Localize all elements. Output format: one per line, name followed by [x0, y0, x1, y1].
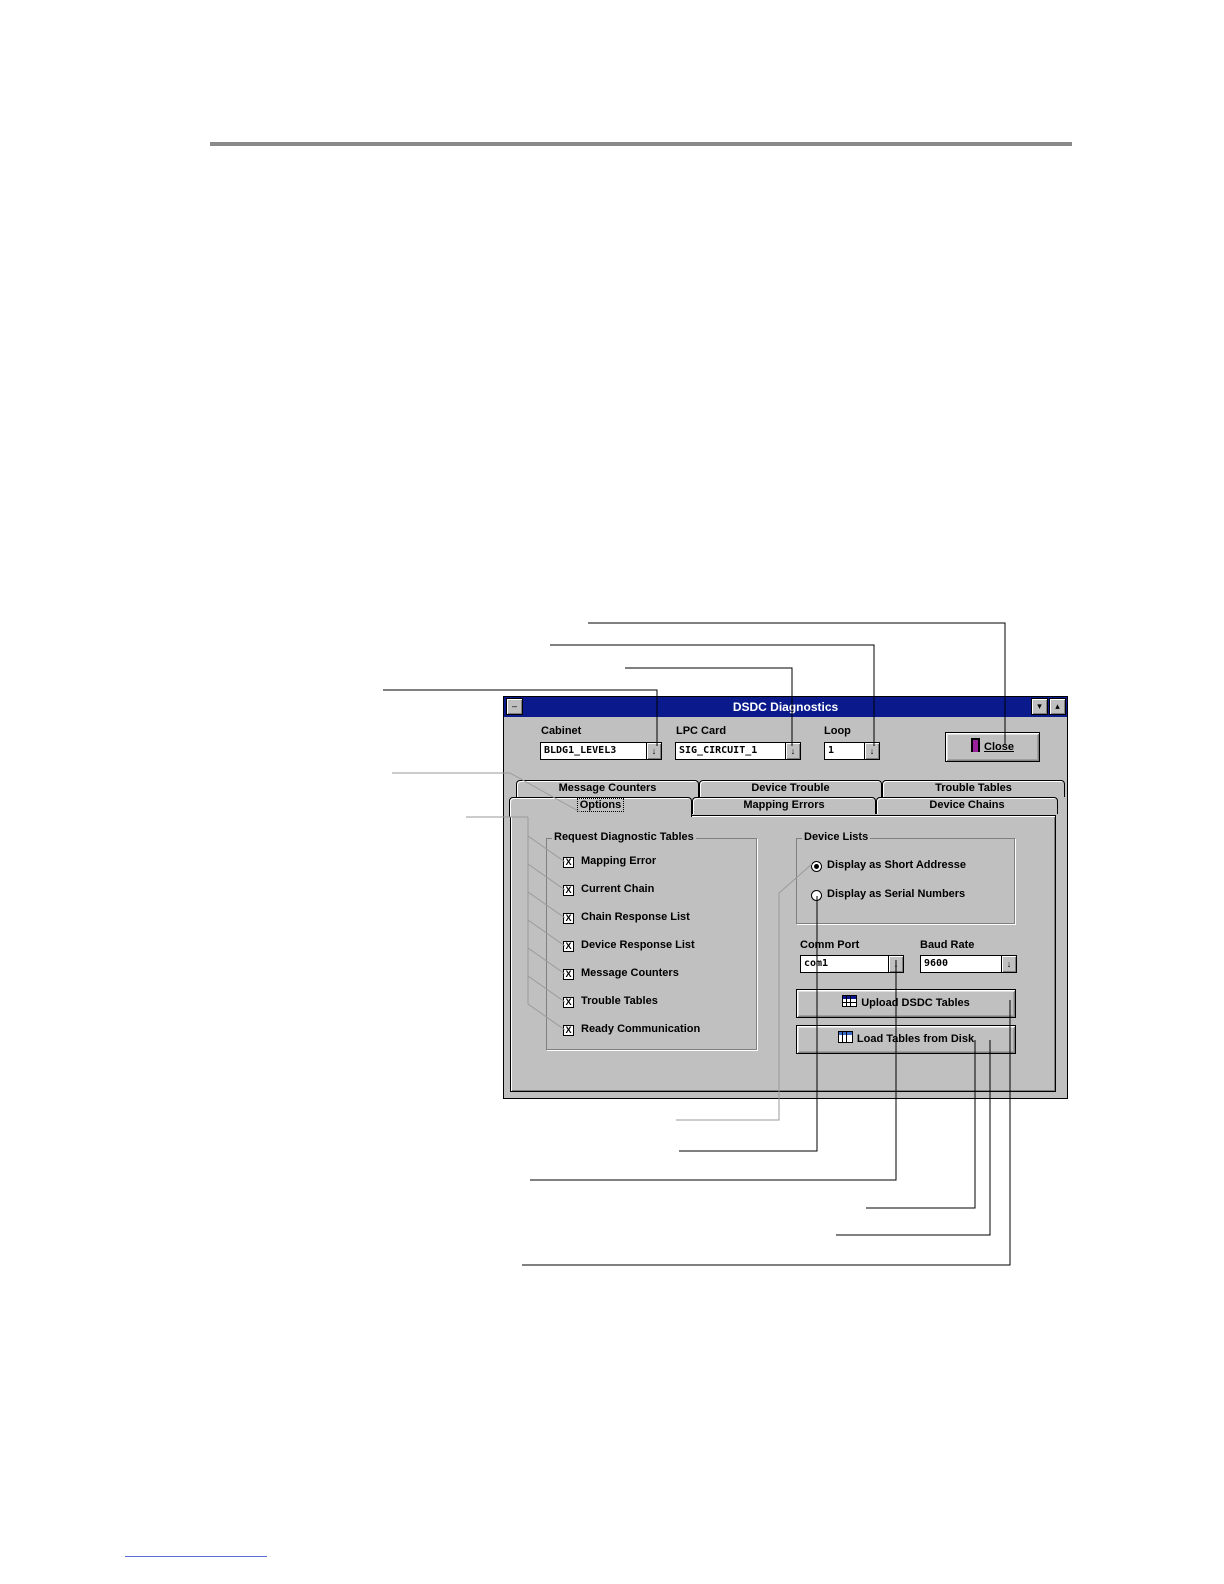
device-response-list-label: Device Response List	[581, 939, 695, 951]
load-tables-from-disk-button[interactable]: Load Tables from Disk	[796, 1025, 1016, 1054]
page-header-rule	[210, 142, 1072, 146]
loop-value: 1	[828, 745, 835, 756]
ready-communication-label: Ready Communication	[581, 1023, 701, 1035]
tab-device-chains[interactable]: Device Chains	[876, 797, 1058, 814]
loop-label: Loop	[824, 725, 851, 737]
door-icon	[971, 738, 981, 752]
dropdown-arrow-icon[interactable]: ↓	[1001, 956, 1016, 972]
lpc-card-value: SIG_CIRCUIT_1	[679, 745, 758, 756]
cabinet-label: Cabinet	[541, 725, 582, 737]
dropdown-arrow-icon[interactable]: ↓	[864, 743, 879, 759]
device-lists-title: Device Lists	[802, 831, 871, 843]
triangle-up-icon: ▴	[1055, 701, 1060, 711]
load-button-label: Load Tables from Disk	[856, 1033, 975, 1045]
request-diagnostic-tables-group: Request Diagnostic Tables X Mapping Erro…	[546, 831, 757, 1050]
short-address-label: Display as Short Addresse	[827, 859, 966, 871]
comm-port-label: Comm Port	[800, 939, 860, 951]
close-button[interactable]: Close	[945, 732, 1040, 762]
baud-rate-value: 9600	[924, 958, 949, 969]
dropdown-arrow-icon[interactable]: ↓	[646, 743, 661, 759]
table-grid-icon	[837, 1031, 853, 1043]
serial-numbers-radio[interactable]	[811, 890, 822, 901]
tab-options[interactable]: Options	[509, 797, 692, 817]
check-x-icon: X	[565, 1025, 572, 1035]
loop-dropdown[interactable]: 1 ↓	[824, 742, 880, 760]
table-grid-icon	[842, 995, 858, 1007]
close-button-label: Close	[984, 741, 1014, 753]
upload-dsdc-tables-button[interactable]: Upload DSDC Tables	[796, 989, 1016, 1018]
request-group-title: Request Diagnostic Tables	[552, 831, 696, 843]
check-x-icon: X	[565, 885, 572, 895]
cabinet-value: BLDG1_LEVEL3	[544, 745, 617, 756]
dropdown-arrow-icon[interactable]: ↓	[785, 743, 800, 759]
short-address-radio[interactable]	[811, 861, 822, 872]
page-footer-rule	[125, 1556, 267, 1557]
tab-mapping-errors[interactable]: Mapping Errors	[692, 797, 876, 814]
check-x-icon: X	[565, 857, 572, 867]
tab-message-counters[interactable]: Message Counters	[516, 780, 699, 797]
window-title: DSDC Diagnostics	[732, 700, 839, 714]
dropdown-arrow-icon[interactable]: ↓	[888, 956, 903, 972]
message-counters-checkbox[interactable]: X	[563, 969, 574, 980]
check-x-icon: X	[565, 969, 572, 979]
cabinet-dropdown[interactable]: BLDG1_LEVEL3 ↓	[540, 742, 662, 760]
current-chain-checkbox[interactable]: X	[563, 885, 574, 896]
baud-rate-dropdown[interactable]: 9600 ↓	[920, 955, 1017, 973]
current-chain-label: Current Chain	[581, 883, 655, 895]
serial-numbers-label: Display as Serial Numbers	[827, 888, 966, 900]
lpc-card-label: LPC Card	[676, 725, 727, 737]
scroll-up-button[interactable]: ▴	[1049, 698, 1066, 715]
device-lists-group: Device Lists Display as Short Addresse D…	[796, 831, 1015, 924]
tab-options-label: Options	[576, 798, 625, 812]
check-x-icon: X	[565, 941, 572, 951]
comm-port-value: com1	[804, 958, 829, 969]
trouble-tables-label: Trouble Tables	[581, 995, 658, 1007]
dsdc-diagnostics-window: – DSDC Diagnostics ▾ ▴ Cabinet BLDG1_LEV…	[503, 696, 1068, 1099]
mapping-error-label: Mapping Error	[581, 855, 657, 867]
lpc-card-dropdown[interactable]: SIG_CIRCUIT_1 ↓	[675, 742, 801, 760]
scroll-down-button[interactable]: ▾	[1031, 698, 1048, 715]
message-counters-label: Message Counters	[581, 967, 679, 979]
device-response-list-checkbox[interactable]: X	[563, 941, 574, 952]
baud-rate-label: Baud Rate	[920, 939, 975, 951]
upload-button-label: Upload DSDC Tables	[861, 997, 970, 1009]
check-x-icon: X	[565, 997, 572, 1007]
chain-response-list-label: Chain Response List	[581, 911, 690, 923]
title-bar: – DSDC Diagnostics ▾ ▴	[504, 697, 1067, 717]
ready-communication-checkbox[interactable]: X	[563, 1025, 574, 1036]
check-x-icon: X	[565, 913, 572, 923]
chain-response-list-checkbox[interactable]: X	[563, 913, 574, 924]
tab-device-trouble[interactable]: Device Trouble	[699, 780, 882, 797]
options-panel: Request Diagnostic Tables X Mapping Erro…	[510, 815, 1056, 1092]
mapping-error-checkbox[interactable]: X	[563, 857, 574, 868]
triangle-down-icon: ▾	[1037, 701, 1042, 711]
trouble-tables-checkbox[interactable]: X	[563, 997, 574, 1008]
tab-trouble-tables[interactable]: Trouble Tables	[882, 780, 1065, 797]
comm-port-dropdown[interactable]: com1 ↓	[800, 955, 904, 973]
